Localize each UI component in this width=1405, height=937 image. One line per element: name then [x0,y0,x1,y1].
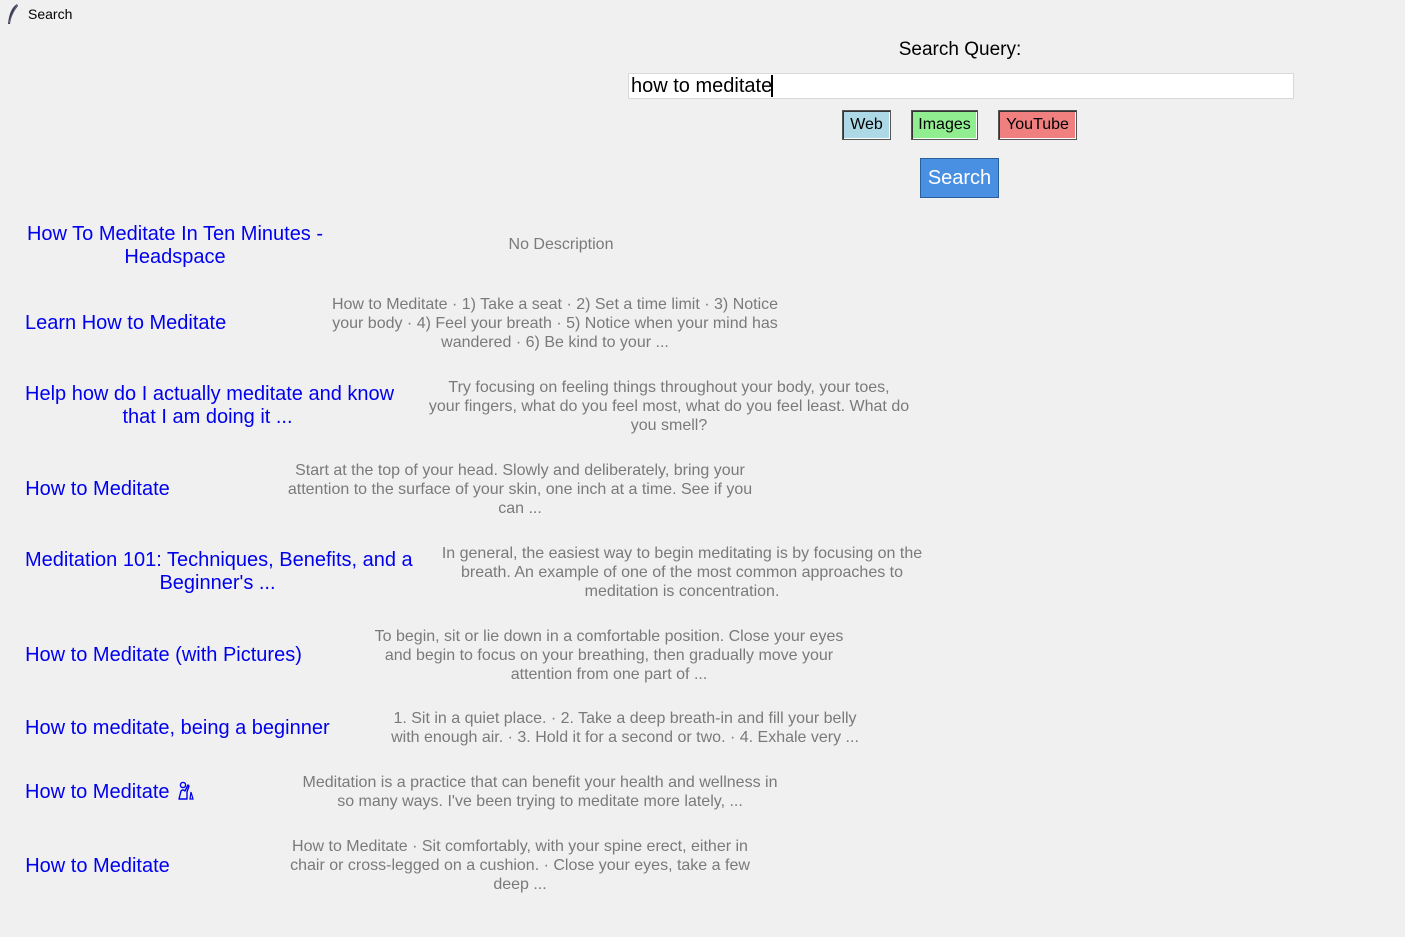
result-title-link[interactable]: Help how do I actually meditate and know… [25,383,395,429]
result-desc-line: can ... [498,500,542,517]
result-desc-line: you smell? [630,417,708,434]
result-title-link[interactable]: Meditation 101: Techniques, Benefits, an… [25,549,413,595]
feather-icon [8,4,18,24]
web-button[interactable]: Web [842,110,891,140]
result-desc-line: with enough air. · 3. Hold it for a seco… [391,729,859,746]
result-desc-line: Meditation is a practice that can benefi… [302,774,778,791]
result-description: How to Meditate · Sit comfortably, with … [265,837,775,894]
result-desc-line: your body · 4) Feel your breath · 5) Not… [332,315,778,332]
window-title: Search [28,6,73,22]
text-caret [771,75,773,97]
result-title-line: How to Meditate [25,781,170,803]
result-desc-line: Start at the top of your head. Slowly an… [295,462,745,479]
result-desc-line: To begin, sit or lie down in a comfortab… [374,628,844,645]
result-title-line: Learn How to Meditate [25,312,227,334]
result-title-line: Meditation 101: Techniques, Benefits, an… [25,549,413,571]
result-desc-line: breath. An example of one of the most co… [460,564,904,581]
result-title-line: How to Meditate (with Pictures) [25,644,302,666]
result-description: In general, the easiest way to begin med… [422,544,942,601]
result-title-line: Headspace [124,246,226,268]
result-title-link[interactable]: Learn How to Meditate [25,312,226,335]
result-desc-line: 1. Sit in a quiet place. · 2. Take a dee… [393,710,857,727]
result-desc-line: deep ... [493,876,547,893]
result-desc-line: wandered · 6) Be kind to your ... [441,334,669,351]
result-title-link[interactable]: How to meditate, being a beginner [25,717,330,740]
result-description: To begin, sit or lie down in a comfortab… [354,627,864,684]
search-query-label: Search Query: [898,39,1022,60]
result-description: 1. Sit in a quiet place. · 2. Take a dee… [365,709,885,747]
result-title-link[interactable]: How To Meditate In Ten Minutes - Headspa… [25,223,325,269]
result-title-line: that I am doing it ... [122,406,293,428]
result-desc-line: meditation is concentration. [584,583,780,600]
result-desc-line: your fingers, what do you feel most, wha… [428,398,910,415]
result-title-link[interactable]: How to Meditate [25,478,170,501]
youtube-button[interactable]: YouTube [998,110,1077,140]
result-desc-line: chair or cross-legged on a cushion. · Cl… [290,857,750,874]
result-description: No Description [461,235,661,254]
result-title-link[interactable]: How to Meditate [25,781,201,804]
result-desc-line: Try focusing on feeling things throughou… [448,379,890,396]
title-bar: Search [0,0,1405,29]
result-description: Try focusing on feeling things throughou… [409,378,929,435]
result-title-link[interactable]: How to Meditate [25,855,170,878]
result-desc-line: How to Meditate · 1) Take a seat · 2) Se… [331,296,779,313]
result-title-line: Help how do I actually meditate and know [25,383,395,405]
main-content: Search Query: Web Images YouTube Search … [0,29,1405,937]
result-desc-line: attention from one part of ... [510,666,708,683]
result-title-line: How to Meditate [25,855,170,877]
result-title-line: How to meditate, being a beginner [25,717,330,739]
result-desc-line: No Description [508,236,614,253]
result-description: How to Meditate · 1) Take a seat · 2) Se… [305,295,805,352]
images-button[interactable]: Images [911,110,978,140]
result-desc-line: How to Meditate · Sit comfortably, with … [292,838,748,855]
result-description: Meditation is a practice that can benefi… [285,773,795,811]
result-title-link[interactable]: How to Meditate (with Pictures) [25,644,302,667]
result-title-line: How To Meditate In Ten Minutes - [26,223,324,245]
result-desc-line: so many ways. I've been trying to medita… [337,793,743,810]
search-button[interactable]: Search [920,158,999,198]
result-desc-line: In general, the easiest way to begin med… [441,545,923,562]
result-description: Start at the top of your head. Slowly an… [265,461,775,518]
search-input[interactable] [628,73,1294,99]
result-title-line: How to Meditate [25,478,170,500]
praying-person-icon [177,781,194,800]
result-title-line: Beginner's ... [159,572,276,594]
result-desc-line: and begin to focus on your breathing, th… [384,647,834,664]
result-desc-line: attention to the surface of your skin, o… [287,481,753,498]
